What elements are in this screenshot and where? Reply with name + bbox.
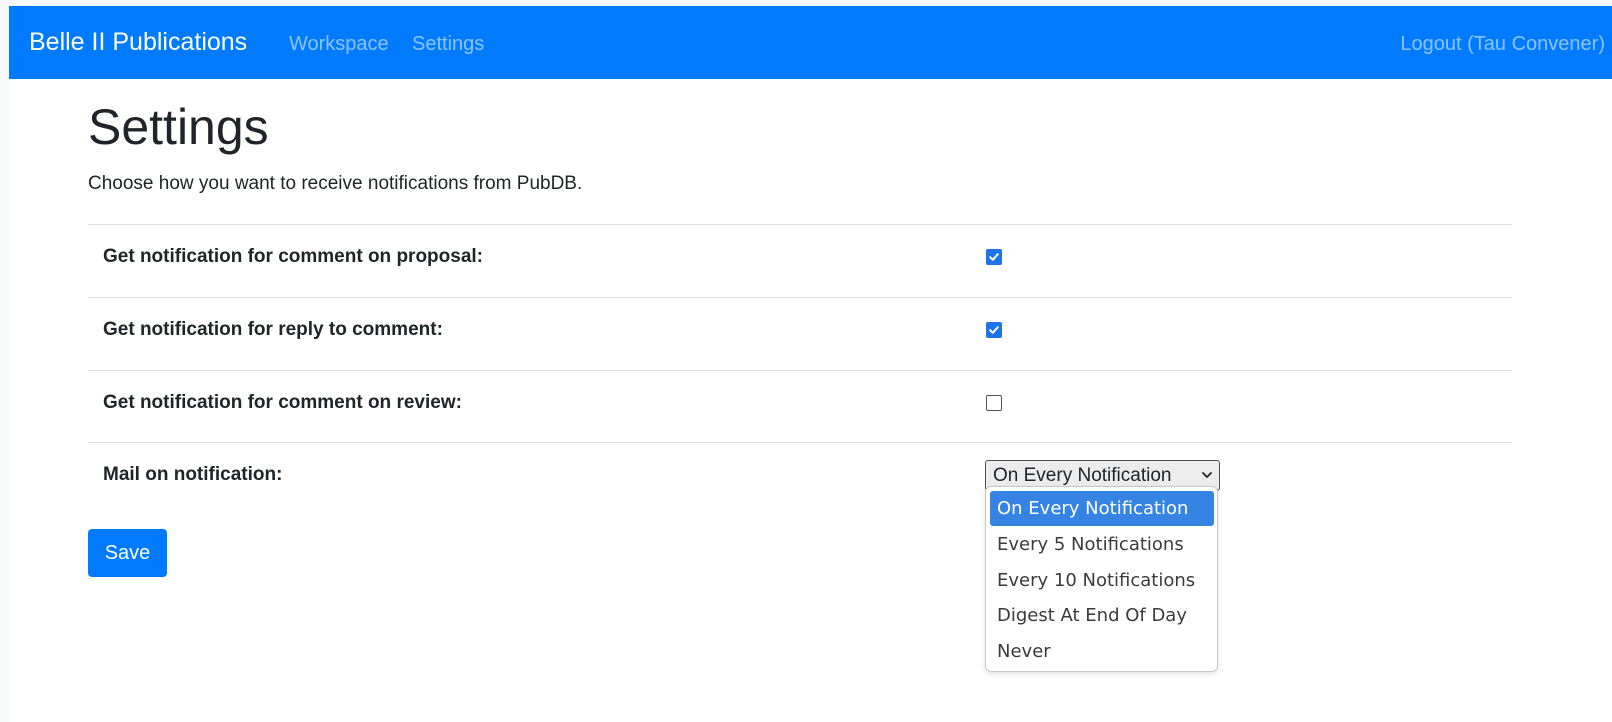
reply-to-comment-checkbox[interactable] [986, 322, 1002, 338]
comment-on-proposal-checkbox[interactable] [986, 249, 1002, 265]
comment-on-review-checkbox[interactable] [986, 395, 1002, 411]
page-title: Settings [88, 99, 269, 155]
save-button[interactable]: Save [88, 529, 167, 577]
mail-options-dropdown: On Every Notification Every 5 Notificati… [985, 486, 1218, 672]
nav-workspace-link[interactable]: Workspace [289, 32, 389, 56]
select-value: On Every Notification [993, 465, 1172, 486]
option-never[interactable]: Never [990, 634, 1214, 669]
option-on-every-notification[interactable]: On Every Notification [990, 491, 1214, 526]
logout-link[interactable]: Logout (Tau Convener) [1400, 32, 1605, 56]
setting-label: Get notification for reply to comment: [103, 319, 443, 340]
option-every-10-notifications[interactable]: Every 10 Notifications [990, 563, 1214, 598]
setting-row-mail-on-notification: Mail on notification: On Every Notificat… [88, 442, 1512, 516]
setting-row-reply-to-comment: Get notification for reply to comment: [88, 297, 1512, 371]
setting-row-comment-on-review: Get notification for comment on review: [88, 370, 1512, 444]
setting-label: Get notification for comment on proposal… [103, 246, 483, 267]
option-digest-at-end-of-day[interactable]: Digest At End Of Day [990, 598, 1214, 633]
brand-link[interactable]: Belle II Publications [29, 27, 247, 57]
app-frame: Belle II Publications Workspace Settings… [9, 6, 1612, 722]
page-subtitle: Choose how you want to receive notificat… [88, 173, 583, 194]
mail-on-notification-label: Mail on notification: [103, 464, 283, 485]
setting-label: Get notification for comment on review: [103, 392, 462, 413]
top-navbar: Belle II Publications Workspace Settings… [9, 6, 1612, 79]
chevron-down-icon [1202, 472, 1212, 478]
checkmark-icon [989, 253, 999, 261]
checkmark-icon [989, 326, 999, 334]
setting-row-comment-on-proposal: Get notification for comment on proposal… [88, 224, 1512, 298]
nav-settings-link[interactable]: Settings [412, 32, 484, 56]
option-every-5-notifications[interactable]: Every 5 Notifications [990, 527, 1214, 562]
